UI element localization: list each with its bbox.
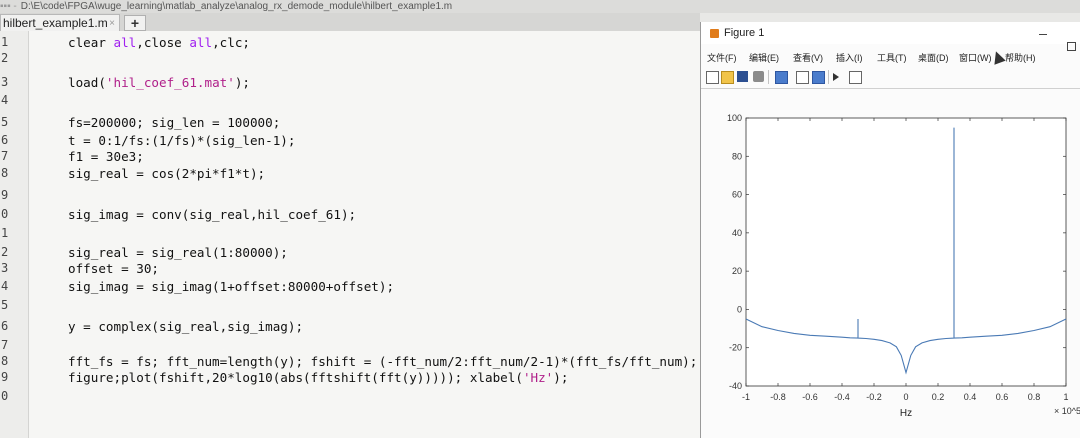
editor-tab-bar: hilbert_example1.m × +	[0, 13, 700, 32]
x-tick-label: -1	[742, 392, 750, 402]
editor-title-bar: ▪▪▪ - D:\E\code\FPGA\wuge_learning\matlab…	[0, 0, 1080, 13]
plot-area	[745, 117, 1067, 387]
y-tick-label: -40	[729, 381, 742, 391]
x-tick-label: 0.6	[996, 392, 1009, 402]
y-tick-label: 60	[732, 190, 742, 200]
line-number: 0	[1, 207, 9, 221]
line-number: 2	[1, 245, 9, 259]
code-line[interactable]: t = 0:1/fs:(1/fs)*(sig_len-1);	[68, 133, 295, 148]
code-token: load(	[68, 75, 106, 90]
code-token: sig_real = sig_real(1:80000);	[68, 245, 288, 260]
x-axis-label: Hz	[900, 408, 912, 419]
line-number: 0	[1, 389, 9, 403]
x-tick-label: 1	[1063, 392, 1068, 402]
line-number: 5	[1, 115, 9, 129]
x-tick-label: 0	[903, 392, 908, 402]
x-tick-label: -0.6	[802, 392, 818, 402]
string-token: 'hil_coef_61.mat'	[105, 75, 235, 90]
code-token: figure;plot(fshift,20*log10(abs(fftshift…	[68, 370, 523, 385]
y-tick-label: 20	[732, 266, 742, 276]
code-token: ,clc;	[212, 35, 251, 50]
x-tick-label: 0.4	[964, 392, 977, 402]
line-number: 7	[1, 149, 9, 163]
keyword-token: all	[113, 35, 137, 50]
line-number: 7	[1, 338, 9, 352]
y-tick-label: 100	[727, 113, 742, 123]
x-axis-exponent: × 10^5	[1054, 406, 1080, 416]
x-tick-label: 0.8	[1028, 392, 1041, 402]
line-number: 6	[1, 133, 9, 147]
line-number: 4	[1, 93, 9, 107]
keyword-token: all	[189, 35, 213, 50]
code-token: ,	[136, 35, 144, 50]
line-number: 9	[1, 370, 9, 384]
line-number: 9	[1, 188, 9, 202]
add-tab-button[interactable]: +	[124, 15, 146, 31]
code-token: t = 0:1/fs:(1/fs)*(sig_len-1);	[68, 133, 296, 148]
code-token: y = complex(sig_real,sig_imag);	[68, 319, 304, 334]
code-token: fft_fs = fs; fft_num=length(y); fshift =…	[68, 354, 698, 369]
tab-label: hilbert_example1.m	[3, 16, 108, 30]
tab-close-icon[interactable]: ×	[109, 15, 115, 32]
x-tick-label: -0.8	[770, 392, 786, 402]
tab-hilbert-example1[interactable]: hilbert_example1.m ×	[0, 14, 120, 31]
code-line[interactable]: fs=200000; sig_len = 100000;	[68, 115, 280, 130]
string-token: 'Hz'	[522, 370, 554, 385]
line-number: 3	[1, 75, 9, 89]
code-token: sig_real = cos(2*pi*f1*t);	[68, 166, 266, 181]
line-number: 8	[1, 166, 9, 180]
code-line[interactable]: f1 = 30e3;	[68, 149, 144, 164]
figure-window: Figure 1 文件(F) 编辑(E) 查看(V) 插入(I) 工具(T) 桌面(D) 窗…	[700, 22, 1080, 438]
code-token: offset = 30;	[68, 261, 159, 276]
window-title-prefix: ▪▪▪ -	[0, 1, 17, 12]
code-line[interactable]: clear all,close all,clc;	[68, 35, 250, 50]
code-line[interactable]: load('hil_coef_61.mat');	[68, 75, 250, 90]
y-tick-label: 40	[732, 228, 742, 238]
x-tick-label: -0.4	[834, 392, 850, 402]
code-line[interactable]: fft_fs = fs; fft_num=length(y); fshift =…	[68, 354, 697, 369]
code-token: fs=200000; sig_len = 100000;	[68, 115, 281, 130]
line-number: 1	[1, 35, 9, 49]
code-token: );	[234, 75, 250, 90]
code-line[interactable]: offset = 30;	[68, 261, 159, 276]
code-token: );	[553, 370, 569, 385]
code-line[interactable]: y = complex(sig_real,sig_imag);	[68, 319, 303, 334]
file-path: D:\E\code\FPGA\wuge_learning\matlab_anal…	[20, 1, 453, 12]
line-number: 2	[1, 51, 9, 65]
y-tick-label: -20	[729, 343, 742, 353]
code-editor[interactable]: 1 2 3 4 5 6 7 8 9 0 1 2 3 4 5 6 7 8 9 0 clear all,close all…	[0, 31, 700, 438]
code-token: clear	[68, 35, 114, 50]
line-number: 4	[1, 279, 9, 293]
x-tick-label: -0.2	[866, 392, 882, 402]
y-tick-label: 80	[732, 151, 742, 161]
code-line[interactable]: sig_imag = conv(sig_real,hil_coef_61);	[68, 207, 356, 222]
code-token: sig_imag = conv(sig_real,hil_coef_61);	[68, 207, 357, 222]
line-number-gutter: 1 2 3 4 5 6 7 8 9 0 1 2 3 4 5 6 7 8 9 0	[0, 31, 29, 438]
code-token: f1 = 30e3;	[68, 149, 144, 164]
code-token: sig_imag = sig_imag(1+offset:80000+offse…	[68, 279, 395, 294]
code-token: close	[143, 35, 190, 50]
code-line[interactable]: figure;plot(fshift,20*log10(abs(fftshift…	[68, 370, 568, 385]
line-number: 3	[1, 261, 9, 275]
line-number: 5	[1, 298, 9, 312]
x-tick-label: 0.2	[932, 392, 945, 402]
code-line[interactable]: sig_imag = sig_imag(1+offset:80000+offse…	[68, 279, 394, 294]
line-number: 6	[1, 319, 9, 333]
line-number: 8	[1, 354, 9, 368]
line-number: 1	[1, 226, 9, 240]
plot-axes[interactable]: -1 -0.8 -0.6 -0.4 -0.2 0 0.2 0.4 0.6 0.8 1 -40 -20 0 2…	[701, 22, 1080, 438]
code-line[interactable]: sig_real = sig_real(1:80000);	[68, 245, 288, 260]
code-line[interactable]: sig_real = cos(2*pi*f1*t);	[68, 166, 265, 181]
y-tick-label: 0	[737, 304, 742, 314]
